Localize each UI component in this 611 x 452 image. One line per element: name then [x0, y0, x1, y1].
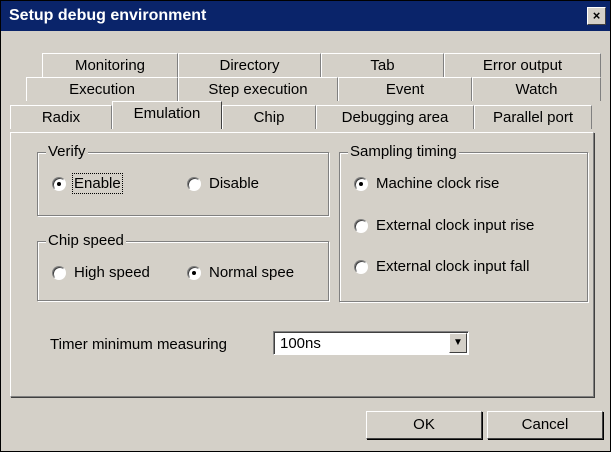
sampling-machine-clock-rise-radio[interactable]: Machine clock rise: [354, 175, 499, 192]
tab-event[interactable]: Event: [338, 77, 472, 101]
sampling-external-fall-label: External clock input fall: [376, 258, 530, 275]
cancel-button[interactable]: Cancel: [487, 411, 603, 439]
title-bar[interactable]: Setup debug environment ×: [1, 1, 610, 31]
tab-watch[interactable]: Watch: [472, 77, 601, 101]
radio-checked-icon: [354, 176, 368, 191]
tab-tab[interactable]: Tab: [321, 53, 444, 77]
tab-monitoring[interactable]: Monitoring: [42, 53, 178, 77]
close-button[interactable]: ×: [587, 7, 606, 25]
sampling-external-rise-radio[interactable]: External clock input rise: [354, 217, 534, 234]
chip-speed-group: Chip speed High speed Normal spee: [37, 232, 329, 301]
verify-group: Verify Enable Disable: [37, 143, 329, 216]
tab-emulation[interactable]: Emulation: [112, 101, 222, 129]
timer-minimum-select[interactable]: 100ns ▼: [273, 331, 469, 355]
verify-group-title: Verify: [46, 143, 88, 160]
chip-speed-group-title: Chip speed: [46, 232, 126, 249]
chip-speed-normal-label: Normal spee: [209, 264, 295, 281]
tab-step-execution[interactable]: Step execution: [178, 77, 338, 101]
verify-disable-radio[interactable]: Disable: [187, 175, 259, 192]
tab-radix[interactable]: Radix: [10, 105, 112, 129]
tab-debugging-area[interactable]: Debugging area: [316, 105, 474, 129]
sampling-external-fall-radio[interactable]: External clock input fall: [354, 258, 529, 275]
chip-speed-high-label: High speed: [74, 264, 150, 281]
radio-unchecked-icon: [52, 265, 66, 280]
ok-button[interactable]: OK: [366, 411, 482, 439]
radio-checked-icon: [187, 265, 201, 280]
verify-disable-label: Disable: [209, 175, 260, 192]
sampling-timing-group: Sampling timing Machine clock rise Exter…: [339, 143, 588, 302]
sampling-machine-clock-rise-label: Machine clock rise: [376, 175, 500, 192]
timer-minimum-value: 100ns: [280, 335, 321, 352]
window-title: Setup debug environment: [9, 7, 207, 24]
tab-execution[interactable]: Execution: [26, 77, 178, 101]
sampling-external-rise-label: External clock input rise: [376, 217, 535, 234]
tab-chip[interactable]: Chip: [222, 105, 316, 129]
sampling-timing-group-title: Sampling timing: [348, 143, 459, 160]
radio-unchecked-icon: [354, 218, 368, 233]
chevron-down-icon[interactable]: ▼: [449, 333, 467, 353]
chip-speed-normal-radio[interactable]: Normal spee: [187, 264, 294, 281]
tab-error-output[interactable]: Error output: [444, 53, 601, 77]
emulation-panel: Verify Enable Disable Chip speed High sp…: [10, 132, 594, 397]
timer-minimum-label: Timer minimum measuring: [50, 336, 227, 353]
radio-checked-icon: [52, 176, 66, 191]
tab-directory[interactable]: Directory: [178, 53, 321, 77]
tab-parallel-port[interactable]: Parallel port: [474, 105, 592, 129]
chip-speed-high-radio[interactable]: High speed: [52, 264, 150, 281]
verify-enable-radio[interactable]: Enable: [52, 173, 123, 194]
dialog-window: Setup debug environment × Monitoring Dir…: [0, 0, 611, 452]
verify-enable-label: Enable: [72, 173, 123, 194]
radio-unchecked-icon: [354, 259, 368, 274]
radio-unchecked-icon: [187, 176, 201, 191]
